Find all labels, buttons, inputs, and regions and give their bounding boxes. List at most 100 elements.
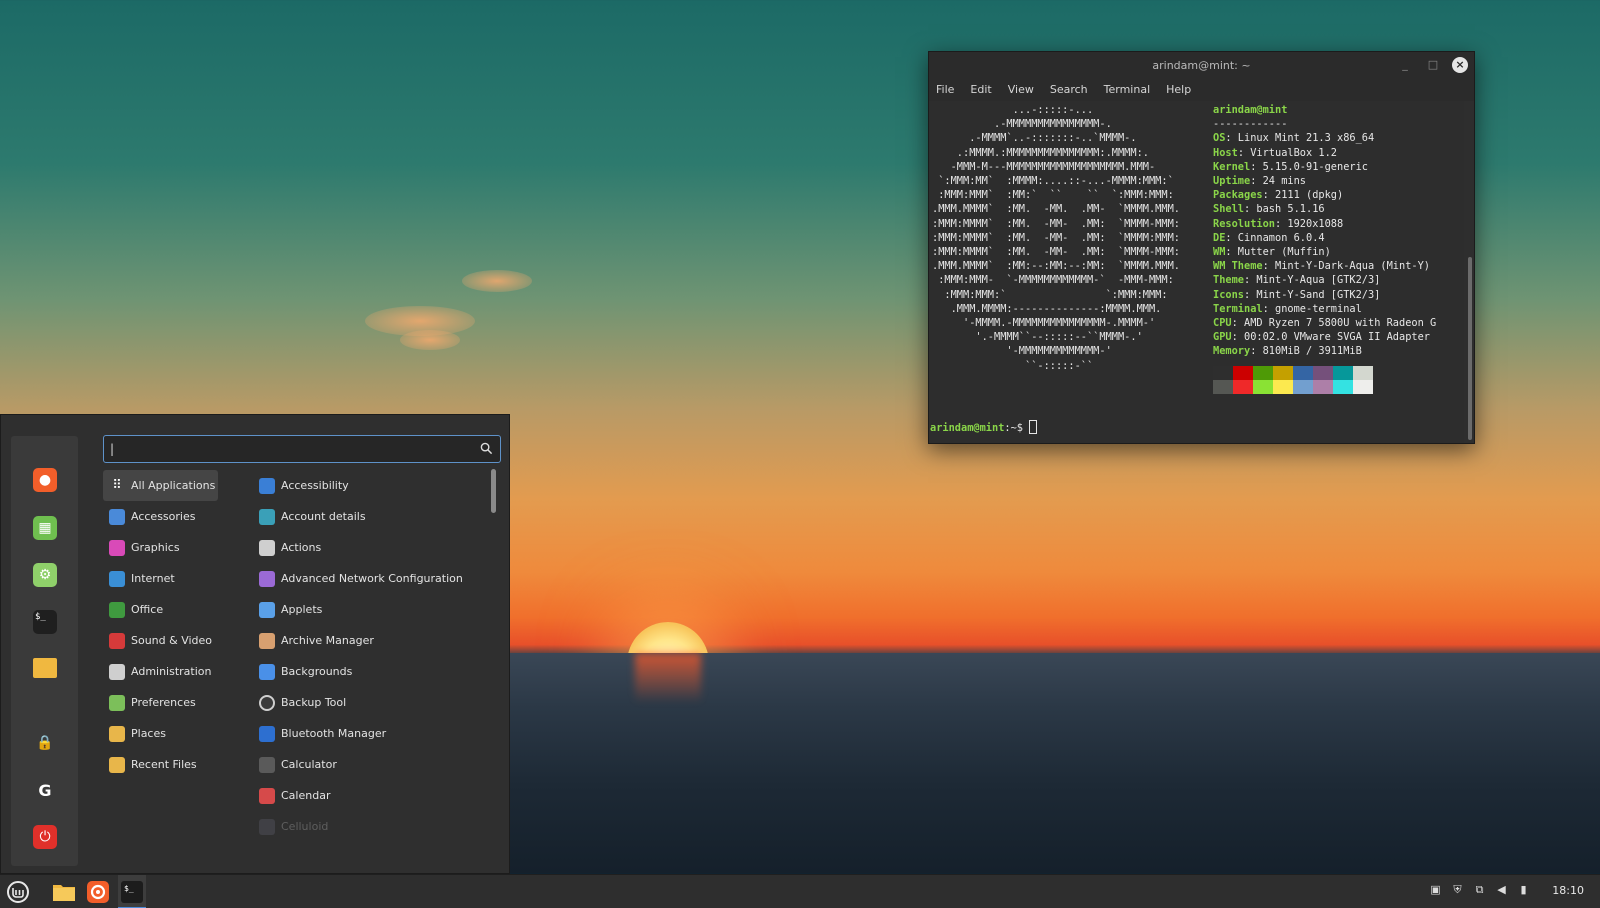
search-input[interactable] [110, 439, 470, 459]
category-item[interactable]: Internet [103, 563, 253, 594]
firefox-icon [87, 881, 109, 903]
battery-icon[interactable]: ▮ [1517, 883, 1530, 897]
app-label: Applets [281, 603, 323, 616]
category-item[interactable]: Administration [103, 656, 253, 687]
menu-scrollbar[interactable] [491, 469, 496, 513]
info-value: : 00:02.0 VMware SVGA II Adapter [1231, 331, 1430, 344]
category-item[interactable]: Graphics [103, 532, 253, 563]
info-value: : 24 mins [1250, 175, 1306, 188]
ascii-line: ...-:::::-... [932, 104, 1094, 116]
category-item[interactable]: Preferences [103, 687, 253, 718]
accessibility-icon [259, 477, 275, 494]
app-item[interactable]: Archive Manager [253, 625, 488, 656]
terminal-window[interactable]: arindam@mint: ~ _ □ × File Edit View Sea… [928, 51, 1475, 444]
cloud [400, 330, 460, 350]
menu-help[interactable]: Help [1166, 79, 1191, 101]
menu-edit[interactable]: Edit [970, 79, 991, 101]
maximize-button[interactable]: □ [1424, 56, 1442, 74]
taskbar-files-launcher[interactable] [50, 878, 78, 906]
info-key: Icons [1213, 288, 1244, 301]
search-icon[interactable] [480, 442, 493, 455]
power-icon[interactable]: ⏻ [33, 825, 57, 849]
app-item[interactable]: Backgrounds [253, 656, 488, 687]
app-item[interactable]: Advanced Network Configuration [253, 563, 488, 594]
terminal-titlebar[interactable]: arindam@mint: ~ _ □ × [929, 52, 1474, 79]
app-label: Backgrounds [281, 665, 353, 678]
category-label: All Applications [131, 479, 216, 492]
app-item[interactable]: Backup Tool [253, 687, 488, 718]
ascii-line: .:MMMM.:MMMMMMMMMMMMMMM:.MMMM:. [932, 146, 1149, 159]
app-item[interactable]: Calendar [253, 780, 488, 811]
files-folder-icon[interactable] [33, 658, 57, 678]
category-label: Internet [131, 572, 175, 585]
category-item[interactable]: Sound & Video [103, 625, 253, 656]
category-label: Sound & Video [131, 634, 213, 647]
taskbar-firefox-launcher[interactable] [84, 878, 112, 906]
app-item[interactable]: Accessibility [253, 470, 488, 501]
info-row: Resolution: 1920x1088 [1213, 217, 1436, 231]
ascii-line: :MMM:MMM` :MM:` `` `` `:MMM:MMM: [932, 189, 1174, 202]
app-item[interactable]: Calculator [253, 749, 488, 780]
system-tray: ▣ ⛨ ⧉ ◀ ▮ [1429, 883, 1530, 897]
info-key: Uptime [1213, 175, 1251, 188]
grid-icon: ⠿ [112, 478, 122, 493]
category-item[interactable]: Recent Files [103, 749, 253, 780]
firefox-icon[interactable]: ● [33, 468, 57, 492]
close-button[interactable]: × [1452, 57, 1468, 73]
network-icon[interactable]: ⧉ [1473, 883, 1486, 897]
category-label: Office [131, 603, 164, 616]
info-value: : 5.15.0-91-generic [1250, 160, 1368, 173]
clock[interactable]: 18:10 [1552, 884, 1584, 897]
info-key: Packages [1213, 189, 1263, 202]
menu-file[interactable]: File [936, 79, 954, 101]
terminal-scrollbar[interactable] [1468, 257, 1472, 440]
info-key: CPU [1213, 317, 1232, 330]
info-value: : 810MiB / 3911MiB [1250, 345, 1362, 358]
menu-terminal[interactable]: Terminal [1104, 79, 1151, 101]
menu-view[interactable]: View [1008, 79, 1034, 101]
shell-prompt[interactable]: arindam@mint:~$ [930, 420, 1038, 435]
ascii-line: .MMM.MMMM:--------------:MMMM.MMM. [932, 302, 1162, 315]
info-key: OS [1213, 132, 1226, 145]
info-value: : bash 5.1.16 [1244, 203, 1325, 216]
category-item[interactable]: Places [103, 718, 253, 749]
info-key: Theme [1213, 274, 1244, 287]
app-label: Accessibility [281, 479, 349, 492]
archive-icon [259, 632, 275, 649]
minimize-button[interactable]: _ [1396, 56, 1414, 74]
volume-icon[interactable]: ◀ [1495, 883, 1508, 897]
clipboard-icon[interactable]: ▣ [1429, 883, 1442, 897]
search-box[interactable] [103, 435, 501, 463]
app-item[interactable]: Bluetooth Manager [253, 718, 488, 749]
menu-search[interactable]: Search [1050, 79, 1088, 101]
calculator-icon [259, 756, 275, 773]
info-value: : Mutter (Muffin) [1225, 246, 1331, 259]
taskbar-terminal-button[interactable]: $_ [118, 878, 146, 906]
category-item[interactable]: ⠿ All Applications [103, 470, 218, 501]
ascii-line: .-MMMM`..-:::::::-..`MMMM-. [932, 132, 1137, 145]
app-item[interactable]: Celluloid [253, 811, 488, 842]
app-item[interactable]: Actions [253, 532, 488, 563]
logout-icon[interactable]: G [33, 778, 57, 802]
info-key: Memory [1213, 345, 1251, 358]
category-item[interactable]: Accessories [103, 501, 253, 532]
category-item[interactable]: Office [103, 594, 253, 625]
app-item[interactable]: Account details [253, 501, 488, 532]
settings-toggle-icon[interactable]: ⚙ [33, 563, 57, 587]
app-label: Calendar [281, 789, 331, 802]
app-label: Advanced Network Configuration [281, 572, 463, 585]
terminal-icon[interactable]: $_ [33, 610, 57, 634]
terminal-output[interactable]: ...-:::::-... .-MMMMMMMMMMMMMMM-. .-MMMM… [929, 101, 1464, 443]
software-manager-icon[interactable]: ▦ [33, 516, 57, 540]
app-item[interactable]: Applets [253, 594, 488, 625]
info-row: WM Theme: Mint-Y-Dark-Aqua (Mint-Y) [1213, 259, 1436, 273]
menu-button[interactable] [4, 878, 32, 906]
info-key: WM Theme [1213, 260, 1263, 273]
shield-icon[interactable]: ⛨ [1451, 883, 1464, 897]
info-row: Icons: Mint-Y-Sand [GTK2/3] [1213, 288, 1436, 302]
lock-icon[interactable]: 🔒 [33, 731, 57, 755]
info-row: WM: Mutter (Muffin) [1213, 245, 1436, 259]
info-value: : 1920x1088 [1275, 217, 1344, 230]
info-key: Host [1213, 146, 1238, 159]
svg-text:$_: $_ [124, 884, 134, 893]
